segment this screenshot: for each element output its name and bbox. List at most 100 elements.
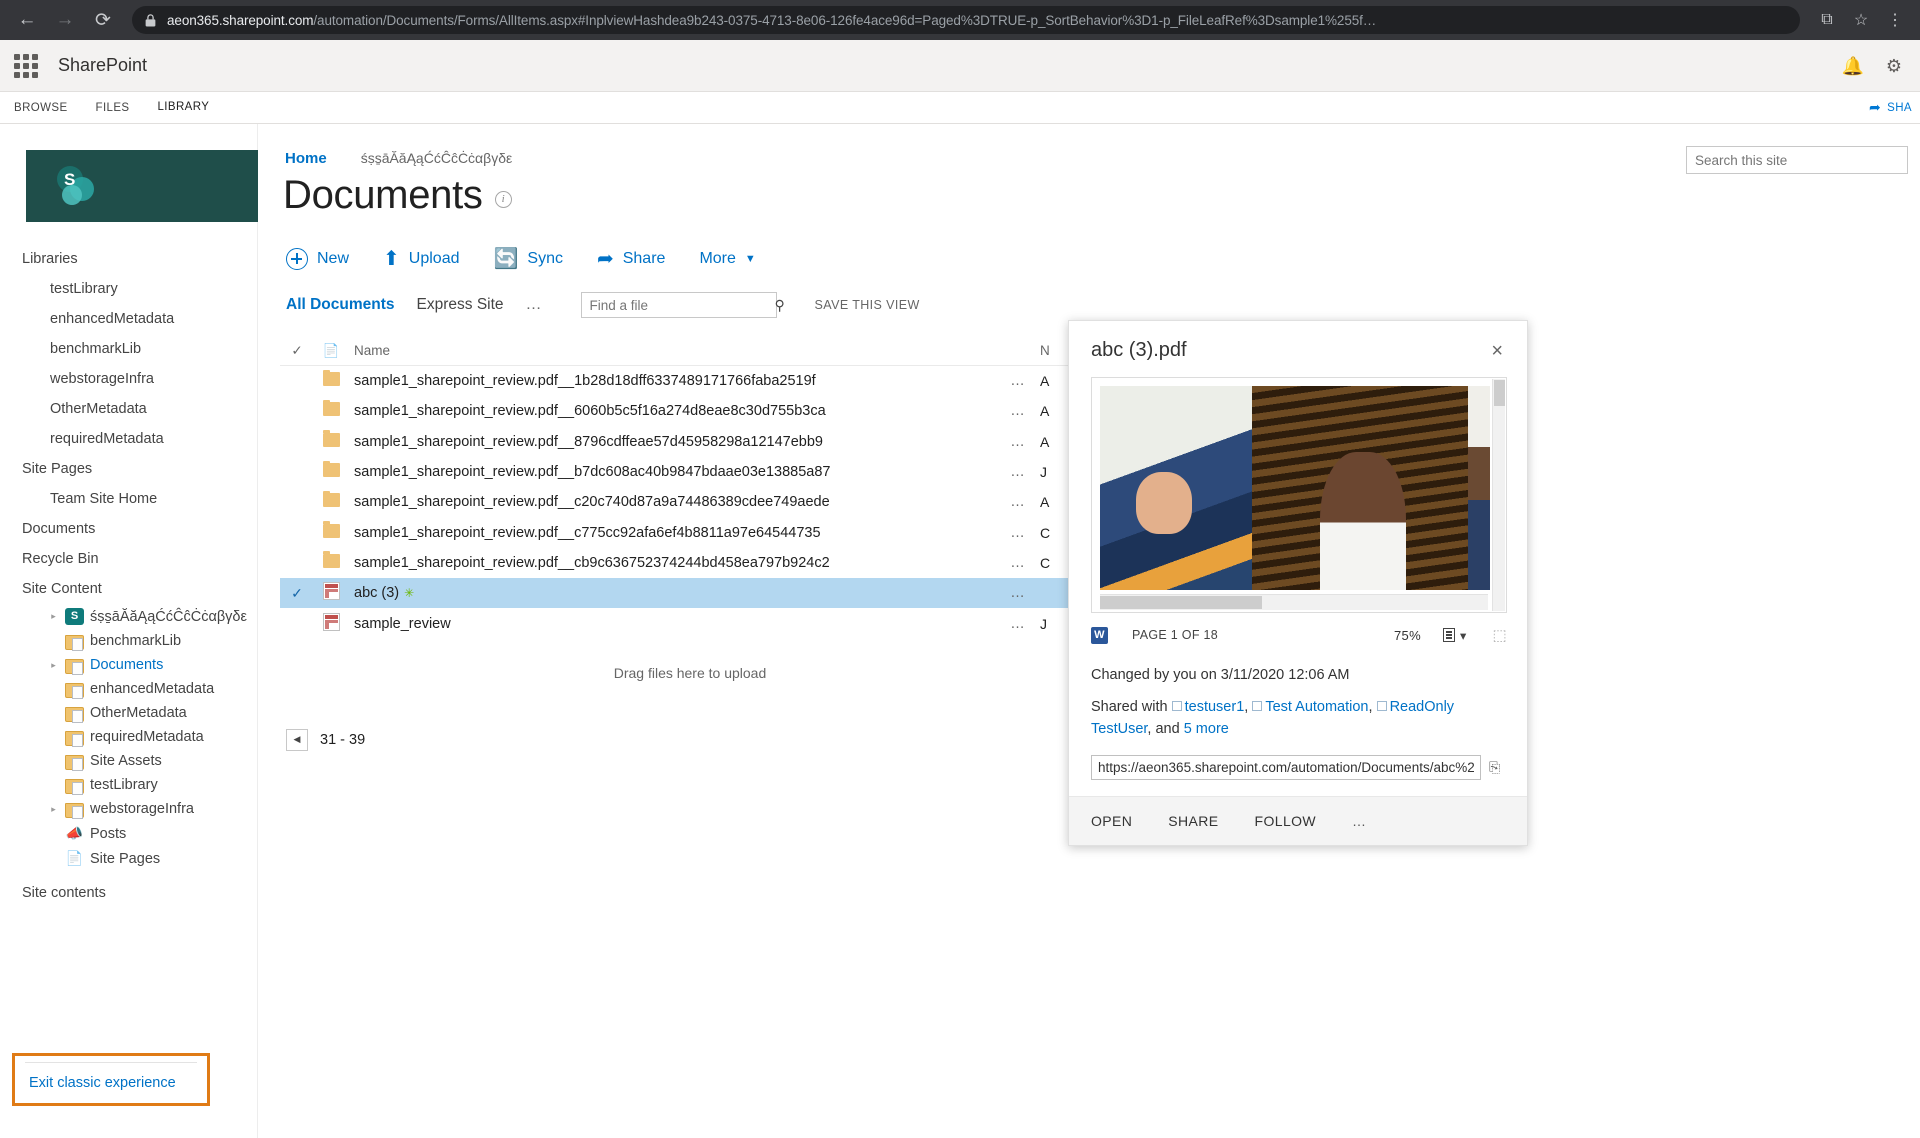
view-more-icon[interactable]: … — [526, 296, 543, 314]
open-button[interactable]: OPEN — [1091, 813, 1132, 829]
table-row[interactable]: sample1_sharepoint_review.pdf__1b28d18df… — [280, 366, 1100, 396]
app-launcher-icon[interactable] — [14, 53, 38, 78]
find-a-file-box[interactable]: ⚲ — [580, 292, 785, 318]
info-icon[interactable]: i — [494, 191, 512, 208]
chevron-right-icon[interactable]: ▸ — [48, 611, 59, 622]
shared-user-link[interactable]: testuser1 — [1185, 699, 1245, 715]
forward-button[interactable]: → — [48, 3, 82, 37]
preview-vertical-scrollbar[interactable] — [1492, 379, 1505, 611]
nav-documents[interactable]: Documents — [0, 514, 257, 544]
table-row[interactable]: sample1_sharepoint_review.pdf__6060b5c5f… — [280, 396, 1100, 426]
row-name[interactable]: sample1_sharepoint_review.pdf__b7dc608ac… — [348, 464, 996, 480]
row-menu-icon[interactable]: … — [996, 585, 1040, 601]
view-tab-all-documents[interactable]: All Documents — [286, 296, 395, 314]
column-header-name[interactable]: Name — [348, 343, 996, 358]
row-menu-icon[interactable]: … — [996, 616, 1040, 632]
nav-team-site-home[interactable]: Team Site Home — [0, 484, 257, 514]
tree-item-webstorageinfra[interactable]: ▸ webstorageInfra — [0, 797, 257, 821]
row-menu-icon[interactable]: … — [996, 494, 1040, 510]
extensions-icon[interactable]: ⧉ — [1812, 5, 1842, 35]
sync-button[interactable]: 🔄 Sync — [493, 249, 562, 269]
table-row-selected[interactable]: ✓ abc (3) ✳ … — [280, 578, 1100, 609]
gear-icon[interactable]: ⚙ — [1886, 57, 1902, 75]
tree-item-site-assets[interactable]: ▸ Site Assets — [0, 749, 257, 773]
nav-recycle-bin[interactable]: Recycle Bin — [0, 544, 257, 574]
nav-requiredmetadata[interactable]: requiredMetadata — [0, 424, 257, 454]
site-search-input[interactable] — [1687, 147, 1907, 173]
file-url-input[interactable] — [1091, 754, 1481, 780]
row-menu-icon[interactable]: … — [996, 525, 1040, 541]
copy-icon[interactable]: ⎘ — [1489, 759, 1500, 776]
close-icon[interactable]: × — [1487, 339, 1507, 363]
notification-bell-icon[interactable]: 🔔 — [1841, 57, 1863, 75]
more-actions-icon[interactable]: … — [1352, 813, 1368, 829]
follow-button[interactable]: FOLLOW — [1255, 813, 1317, 829]
row-name[interactable]: sample1_sharepoint_review.pdf__c775cc92a… — [348, 525, 996, 541]
row-name[interactable]: sample1_sharepoint_review.pdf__c20c740d8… — [348, 494, 996, 510]
nav-othermetadata[interactable]: OtherMetadata — [0, 394, 257, 424]
row-menu-icon[interactable]: … — [996, 555, 1040, 571]
upload-button[interactable]: ⬆ Upload — [383, 249, 459, 269]
nav-enhancedmetadata[interactable]: enhancedMetadata — [0, 304, 257, 334]
suite-title[interactable]: SharePoint — [58, 55, 147, 76]
previous-page-button[interactable]: ◀ — [286, 728, 308, 751]
site-logo[interactable]: S — [26, 150, 258, 222]
tree-item-posts[interactable]: ▸ 📣 Posts — [0, 821, 257, 846]
tree-item-enhancedmetadata[interactable]: ▸ enhancedMetadata — [0, 677, 257, 701]
select-all-check-icon[interactable]: ✓ — [280, 343, 314, 359]
row-checkbox[interactable]: ✓ — [280, 585, 314, 602]
document-preview[interactable] — [1091, 377, 1507, 613]
nav-site-contents[interactable]: Site contents — [0, 871, 257, 908]
exit-classic-experience-link[interactable]: Exit classic experience — [29, 1075, 193, 1091]
share-button[interactable]: SHARE — [1168, 813, 1218, 829]
row-name[interactable]: sample1_sharepoint_review.pdf__1b28d18df… — [348, 373, 996, 389]
share-button[interactable]: ➦ Share — [597, 249, 665, 269]
zoom-level[interactable]: 75% — [1394, 628, 1421, 643]
nav-webstorageinfra[interactable]: webstorageInfra — [0, 364, 257, 394]
reload-button[interactable]: ⟳ — [86, 3, 120, 37]
row-menu-icon[interactable]: … — [996, 464, 1040, 480]
tree-item-requiredmetadata[interactable]: ▸ requiredMetadata — [0, 725, 257, 749]
row-name[interactable]: sample_review — [348, 616, 996, 632]
breadcrumb-home[interactable]: Home — [285, 150, 327, 167]
save-this-view-link[interactable]: SAVE THIS VIEW — [815, 298, 920, 312]
nav-benchmarklib[interactable]: benchmarkLib — [0, 334, 257, 364]
table-row[interactable]: sample_review … J — [280, 608, 1100, 638]
new-button[interactable]: New — [286, 248, 349, 270]
more-button[interactable]: More ▼ — [699, 250, 755, 268]
row-name[interactable]: abc (3) ✳ — [348, 585, 996, 601]
tree-item-testlibrary[interactable]: ▸ testLibrary — [0, 773, 257, 797]
back-button[interactable]: ← — [10, 3, 44, 37]
row-name[interactable]: sample1_sharepoint_review.pdf__cb9c63675… — [348, 555, 996, 571]
shared-user-link[interactable]: Test Automation — [1265, 699, 1368, 715]
preview-horizontal-scrollbar[interactable] — [1100, 594, 1488, 610]
tree-item-site-root[interactable]: ▸ S śṣs̱āĂăĄąĆćĈĉĊċαβγδε — [0, 604, 257, 629]
tree-item-site-pages[interactable]: ▸ 📄 Site Pages — [0, 846, 257, 871]
view-tab-express-site[interactable]: Express Site — [417, 296, 504, 314]
nav-libraries[interactable]: Libraries — [0, 244, 257, 274]
row-menu-icon[interactable]: … — [996, 434, 1040, 450]
table-row[interactable]: sample1_sharepoint_review.pdf__cb9c63675… — [280, 548, 1100, 578]
row-menu-icon[interactable]: … — [996, 373, 1040, 389]
nav-site-content[interactable]: Site Content — [0, 574, 257, 604]
share-action[interactable]: ➦ SHA — [1869, 92, 1920, 123]
tab-library[interactable]: LIBRARY — [143, 92, 224, 123]
tree-item-documents[interactable]: ▸ Documents — [0, 653, 257, 677]
row-name[interactable]: sample1_sharepoint_review.pdf__6060b5c5f… — [348, 403, 996, 419]
tab-browse[interactable]: BROWSE — [0, 92, 82, 123]
nav-testlibrary[interactable]: testLibrary — [0, 274, 257, 304]
find-a-file-input[interactable] — [581, 293, 775, 317]
page-layout-button[interactable]: ▾ — [1442, 628, 1467, 643]
chevron-right-icon[interactable]: ▸ — [48, 660, 59, 671]
nav-site-pages[interactable]: Site Pages — [0, 454, 257, 484]
search-icon[interactable]: ⚲ — [775, 297, 785, 314]
expand-icon[interactable]: ⬚ — [1493, 626, 1507, 644]
bookmark-star-icon[interactable]: ☆ — [1846, 5, 1876, 35]
row-menu-icon[interactable]: … — [996, 403, 1040, 419]
tab-files[interactable]: FILES — [82, 92, 144, 123]
browser-menu-icon[interactable]: ⋮ — [1880, 5, 1910, 35]
table-row[interactable]: sample1_sharepoint_review.pdf__b7dc608ac… — [280, 457, 1100, 487]
chevron-right-icon[interactable]: ▸ — [48, 804, 59, 815]
table-row[interactable]: sample1_sharepoint_review.pdf__8796cdffe… — [280, 427, 1100, 457]
tree-item-othermetadata[interactable]: ▸ OtherMetadata — [0, 701, 257, 725]
